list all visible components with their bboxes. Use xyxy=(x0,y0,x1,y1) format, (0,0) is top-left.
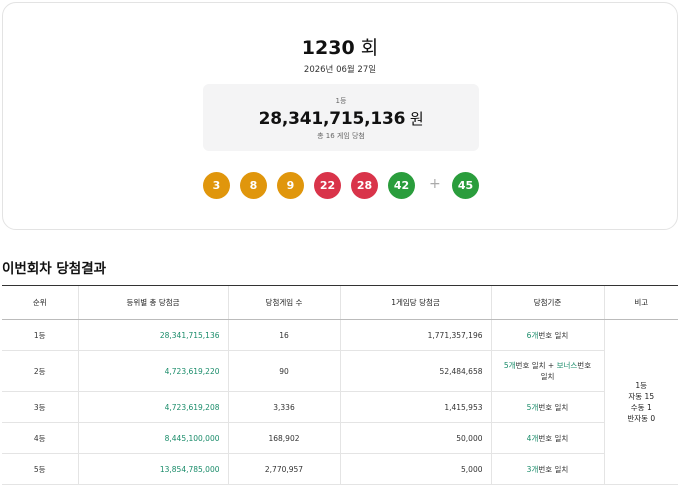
total-prize-cell: 8,445,100,000 xyxy=(77,422,228,454)
winner-count-cell: 90 xyxy=(227,350,340,392)
header-prize-per-game: 1게임당 당첨금 xyxy=(339,285,491,320)
winner-count-cell: 16 xyxy=(227,319,340,351)
criteria-cell: 5개번호 일치 xyxy=(490,391,604,423)
table-header-row: 순위 등위별 총 당첨금 당첨게임 수 1게임당 당첨금 당첨기준 비고 xyxy=(2,285,678,320)
number-ball: 42 xyxy=(388,172,415,199)
winner-count: 총 16 게임 당첨 xyxy=(317,132,365,140)
table-row: 3등 4,723,619,208 3,336 1,415,953 5개번호 일치 xyxy=(2,391,678,423)
header-winner-count: 당첨게임 수 xyxy=(227,285,340,320)
table-row: 2등 4,723,619,220 90 52,484,658 5개번호 일치 + 보너스… xyxy=(2,350,678,392)
number-ball: 8 xyxy=(240,172,267,199)
prize-per-game-cell: 50,000 xyxy=(339,422,491,454)
total-prize-cell: 4,723,619,220 xyxy=(77,350,228,392)
draw-date: 2026년 06월 27일 xyxy=(303,65,377,75)
prize-per-game-cell: 1,415,953 xyxy=(339,391,491,423)
rank-cell: 4등 xyxy=(2,422,78,454)
bonus-number-ball: 45 xyxy=(452,172,479,199)
criteria-text: 번호 일치 xyxy=(538,433,569,443)
rank-cell: 2등 xyxy=(2,350,78,392)
results-section-title: 이번회차 당첨결과 xyxy=(2,261,107,277)
number-ball: 3 xyxy=(203,172,230,199)
criteria-highlight: 4개 xyxy=(526,433,539,443)
rank-cell: 3등 xyxy=(2,391,78,423)
plus-icon: + xyxy=(429,176,441,192)
round-title: 1230 회 xyxy=(301,37,379,59)
draw-summary-card: 1230 회 2026년 06월 27일 1등 28,341,715,136 원… xyxy=(2,2,678,230)
table-row: 5등 13,854,785,000 2,770,957 5,000 3개번호 일치 xyxy=(2,453,678,485)
criteria-text: 번호 일치 xyxy=(538,330,569,340)
first-prize-amount: 28,341,715,136 원 xyxy=(258,109,424,129)
prize-rank-label: 1등 xyxy=(335,97,347,105)
criteria-highlight: 보너스 xyxy=(556,361,578,370)
rank-cell: 5등 xyxy=(2,453,78,485)
criteria-cell: 5개번호 일치 + 보너스번호 일치 xyxy=(490,350,604,392)
header-total-prize: 등위별 총 당첨금 xyxy=(77,285,228,320)
number-ball: 22 xyxy=(314,172,341,199)
criteria-text: 번호 일치 + xyxy=(515,361,557,370)
criteria-cell: 6개번호 일치 xyxy=(490,319,604,351)
table-row: 1등 28,341,715,136 16 1,771,357,196 6개번호 일치 1등… xyxy=(2,319,678,485)
criteria-highlight: 5개 xyxy=(526,402,539,412)
prize-per-game-cell: 1,771,357,196 xyxy=(339,319,491,351)
total-prize-cell: 28,341,715,136 xyxy=(77,319,228,351)
note-line: 자동 15 xyxy=(628,392,655,401)
header-criteria: 당첨기준 xyxy=(490,285,604,320)
criteria-highlight: 3개 xyxy=(526,464,539,474)
note-line: 반자동 0 xyxy=(627,414,656,423)
note-line: 1등 xyxy=(635,381,648,390)
criteria-highlight: 5개 xyxy=(503,361,516,370)
note-cell: 1등자동 15 수동 1 반자동 0 xyxy=(603,319,678,485)
prize-per-game-cell: 5,000 xyxy=(339,453,491,485)
header-note: 비고 xyxy=(603,285,678,320)
table-row: 4등 8,445,100,000 168,902 50,000 4개번호 일치 xyxy=(2,422,678,454)
total-prize-cell: 4,723,619,208 xyxy=(77,391,228,423)
criteria-cell: 3개번호 일치 xyxy=(490,453,604,485)
number-ball: 9 xyxy=(277,172,304,199)
winning-numbers: 3 8 9 22 28 42 + 45 xyxy=(203,172,483,200)
header-rank: 순위 xyxy=(2,285,78,320)
total-prize-cell: 13,854,785,000 xyxy=(77,453,228,485)
results-table: 순위 등위별 총 당첨금 당첨게임 수 1게임당 당첨금 당첨기준 비고 1등 2… xyxy=(2,285,678,485)
winner-count-cell: 2,770,957 xyxy=(227,453,340,485)
criteria-highlight: 6개 xyxy=(526,330,539,340)
winner-count-cell: 3,336 xyxy=(227,391,340,423)
rank-cell: 1등 xyxy=(2,319,78,351)
winner-count-cell: 168,902 xyxy=(227,422,340,454)
prize-per-game-cell: 52,484,658 xyxy=(339,350,491,392)
criteria-text: 번호 일치 xyxy=(538,464,569,474)
criteria-cell: 4개번호 일치 xyxy=(490,422,604,454)
number-ball: 28 xyxy=(351,172,378,199)
first-prize-box: 1등 28,341,715,136 원 총 16 게임 당첨 xyxy=(203,84,479,151)
note-line: 수동 1 xyxy=(630,403,652,412)
criteria-text: 번호 일치 xyxy=(538,402,569,412)
